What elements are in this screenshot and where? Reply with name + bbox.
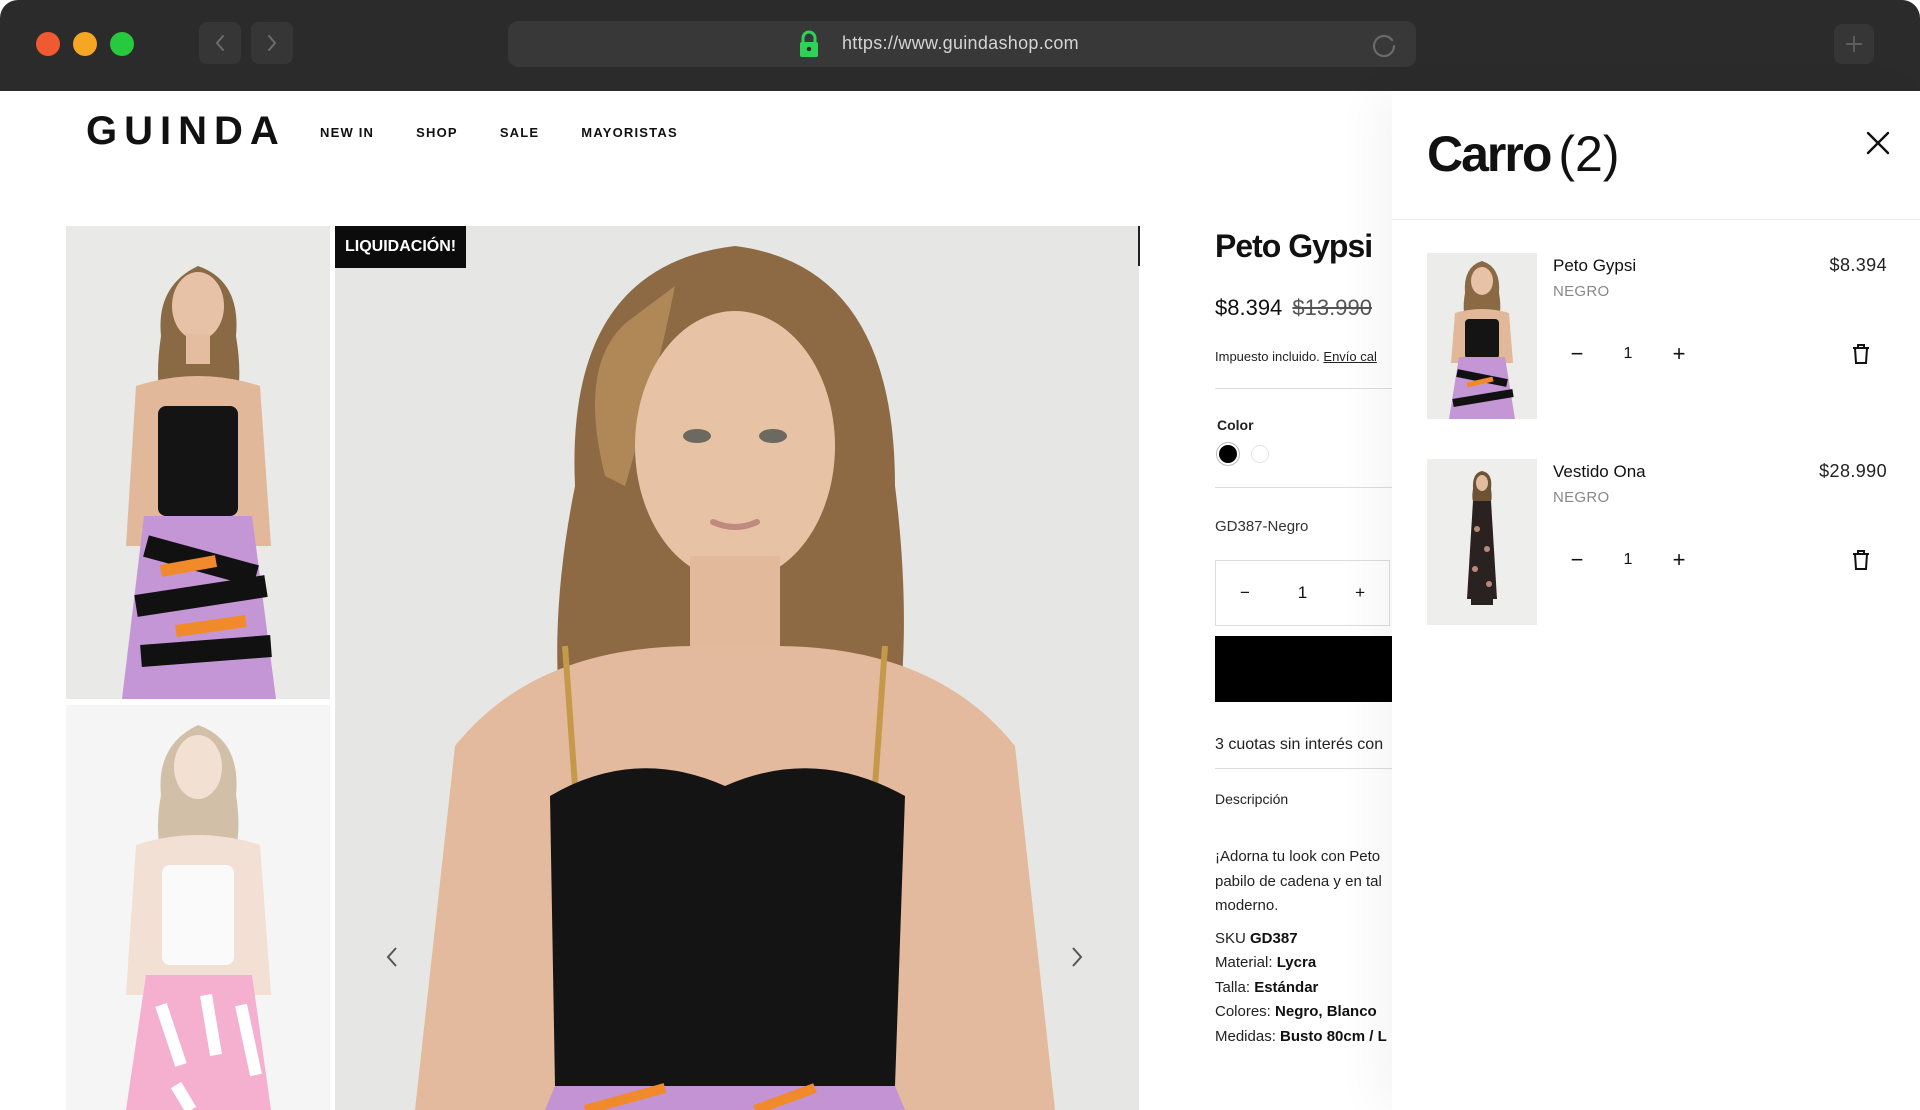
cart-item-variant: NEGRO	[1553, 283, 1610, 300]
sale-badge: LIQUIDACIÓN!	[335, 226, 467, 268]
close-window-button[interactable]	[36, 32, 60, 56]
cart-item-name[interactable]: Peto Gypsi	[1553, 256, 1636, 276]
main-nav: NEW IN SHOP SALE MAYORISTAS	[320, 125, 720, 140]
spec-sku: SKU GD387	[1215, 929, 1298, 947]
product-specs: SKU GD387 Material: Lycra Talla: Estánda…	[1215, 927, 1395, 1050]
back-button[interactable]	[199, 22, 241, 64]
divider	[1215, 388, 1395, 389]
quantity-value[interactable]: 1	[1624, 345, 1633, 363]
product-info: Peto Gypsi $8.394 $13.990 Impuesto inclu…	[1215, 226, 1395, 1110]
model-photo-main	[335, 226, 1139, 1110]
cart-count: (2)	[1558, 126, 1620, 182]
current-price: $8.394	[1215, 295, 1283, 320]
cart-drawer: Carro (2) Peto Gypsi NEGRO $8.394 − 1 + …	[1392, 91, 1920, 1110]
minimize-window-button[interactable]	[73, 32, 97, 56]
description-heading[interactable]: Descripción	[1215, 791, 1395, 807]
quantity-stepper: − 1 +	[1215, 560, 1390, 626]
original-price: $13.990	[1292, 295, 1372, 320]
previous-image-arrow[interactable]	[385, 945, 399, 969]
cart-title-text: Carro	[1427, 126, 1552, 182]
new-tab-button[interactable]	[1834, 24, 1874, 64]
decrease-qty-button[interactable]: −	[1567, 549, 1587, 571]
spec-size: Talla: Estándar	[1215, 978, 1319, 996]
quantity-stepper: − 1 +	[1553, 537, 1703, 583]
tax-text: Impuesto incluido.	[1215, 349, 1320, 364]
description-line: pabilo de cadena y en tal	[1215, 872, 1382, 890]
spec-material: Material: Lycra	[1215, 954, 1317, 971]
url-text[interactable]: https://www.guindashop.com	[842, 33, 1079, 54]
increase-qty-button[interactable]: +	[1355, 583, 1365, 603]
cart-item-variant: NEGRO	[1553, 489, 1610, 506]
color-label: Color	[1217, 417, 1254, 433]
chevron-right-icon	[268, 35, 277, 51]
trash-icon[interactable]	[1851, 343, 1871, 365]
tax-note: Impuesto incluido. Envío cal	[1215, 349, 1395, 364]
cart-item-image[interactable]	[1427, 459, 1537, 625]
close-icon[interactable]	[1860, 125, 1896, 161]
cart-item-image[interactable]	[1427, 253, 1537, 419]
nav-item-mayoristas[interactable]: MAYORISTAS	[581, 125, 678, 140]
quantity-value[interactable]: 1	[1624, 551, 1633, 569]
price-row: $8.394 $13.990	[1215, 295, 1395, 321]
product-thumbnail-vestido	[1427, 459, 1537, 625]
trash-icon[interactable]	[1851, 549, 1871, 571]
shipping-link[interactable]: Envío cal	[1323, 349, 1376, 364]
installments-text: 3 cuotas sin interés con	[1215, 736, 1384, 753]
cart-item: Vestido Ona NEGRO $28.990 − 1 +	[1427, 459, 1887, 627]
description-line: ¡Adorna tu look con Peto	[1215, 848, 1381, 865]
variant-code: GD387-Negro	[1215, 518, 1309, 535]
product-thumbnail-peto	[1427, 253, 1537, 419]
address-bar[interactable]: https://www.guindashop.com	[508, 21, 1416, 67]
quantity-stepper: − 1 +	[1553, 331, 1703, 377]
nav-item-sale[interactable]: SALE	[500, 125, 539, 140]
next-image-arrow[interactable]	[1070, 945, 1084, 969]
gallery-thumbnail-1[interactable]	[66, 226, 330, 699]
description-line: moderno.	[1215, 897, 1279, 914]
swatch-white[interactable]	[1251, 445, 1269, 463]
decrease-qty-button[interactable]: −	[1567, 343, 1587, 365]
increase-qty-button[interactable]: +	[1669, 549, 1689, 571]
divider	[1215, 768, 1395, 769]
cart-item-name[interactable]: Vestido Ona	[1553, 462, 1646, 482]
lock-icon	[800, 30, 818, 57]
swatch-black[interactable]	[1219, 445, 1237, 463]
description-text: ¡Adorna tu look con Peto pabilo de caden…	[1215, 845, 1395, 919]
cart-title: Carro (2)	[1427, 125, 1619, 183]
product-main-image[interactable]	[335, 226, 1139, 1110]
cart-item-price: $28.990	[1819, 461, 1887, 481]
drawer-divider	[1392, 219, 1920, 220]
store-logo[interactable]: GUINDA	[86, 109, 286, 154]
divider	[1215, 487, 1395, 488]
cart-item: Peto Gypsi NEGRO $8.394 − 1 +	[1427, 253, 1887, 421]
browser-toolbar: https://www.guindashop.com	[0, 0, 1920, 91]
decrease-qty-button[interactable]: −	[1240, 583, 1250, 603]
plus-icon	[1846, 36, 1862, 52]
increase-qty-button[interactable]: +	[1669, 343, 1689, 365]
reload-icon[interactable]	[1370, 31, 1398, 59]
spec-colors: Colores: Negro, Blanco	[1215, 1003, 1377, 1020]
browser-window: https://www.guindashop.com GUINDA NEW IN…	[0, 0, 1920, 1110]
chevron-left-icon	[215, 35, 224, 51]
model-photo-black-top	[66, 226, 330, 699]
spec-measures: Medidas: Busto 80cm / L	[1215, 1027, 1387, 1045]
model-photo-white-top	[66, 705, 330, 1110]
add-to-cart-button[interactable]	[1215, 636, 1395, 702]
gallery-thumbnail-2[interactable]	[66, 705, 330, 1110]
color-swatches	[1219, 445, 1395, 463]
product-title: Peto Gypsi	[1215, 228, 1373, 264]
cart-item-price: $8.394	[1829, 255, 1887, 275]
maximize-window-button[interactable]	[110, 32, 134, 56]
quantity-value[interactable]: 1	[1298, 583, 1307, 603]
nav-item-shop[interactable]: SHOP	[416, 125, 458, 140]
nav-item-new-in[interactable]: NEW IN	[320, 125, 374, 140]
image-divider	[1138, 226, 1140, 266]
forward-button[interactable]	[251, 22, 293, 64]
